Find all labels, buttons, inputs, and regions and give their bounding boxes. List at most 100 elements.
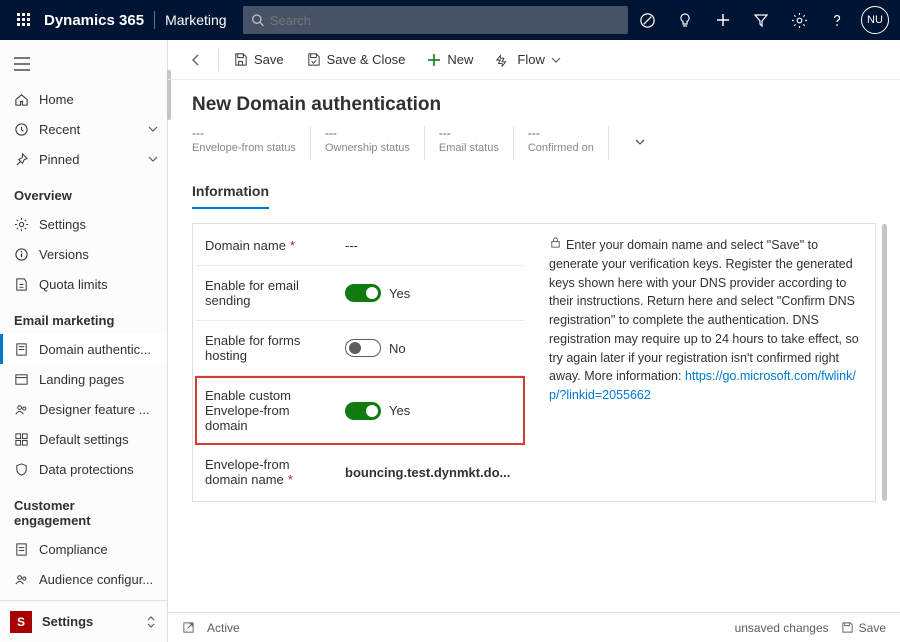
top-app-bar: Dynamics 365 Marketing NU (0, 0, 900, 40)
nav-default-settings[interactable]: Default settings (0, 424, 167, 454)
flow-button[interactable]: Flow (487, 44, 568, 76)
people-icon (14, 402, 29, 417)
required-indicator: * (288, 472, 293, 487)
gear-icon[interactable] (782, 0, 816, 40)
left-nav: Home Recent Pinned Overview Settings Ver… (0, 40, 168, 642)
status-ownership: ---Ownership status (325, 126, 425, 160)
chevron-down-icon (147, 153, 159, 165)
clock-icon (14, 122, 29, 137)
record-status: Active (207, 621, 240, 635)
nav-quota[interactable]: Quota limits (0, 269, 167, 299)
app-name[interactable]: Marketing (165, 12, 226, 28)
new-button[interactable]: New (419, 44, 481, 76)
nav-recent[interactable]: Recent (0, 114, 167, 144)
brand-divider (154, 11, 155, 29)
nav-compliance[interactable]: Compliance (0, 534, 167, 564)
info-icon (14, 247, 29, 262)
status-envelope-from: ---Envelope-from status (192, 126, 311, 160)
toggle-custom-envelope[interactable] (345, 402, 381, 420)
form-tabs: Information (168, 167, 900, 209)
top-icon-bar: NU (630, 0, 892, 40)
area-switcher[interactable]: S Settings (0, 600, 167, 642)
section-customer-engagement: Customer engagement (0, 484, 167, 534)
toggle-email-sending-label: Yes (389, 286, 410, 301)
page-title: New Domain authentication (192, 94, 876, 116)
user-avatar[interactable]: NU (858, 0, 892, 40)
status-email: ---Email status (439, 126, 514, 160)
area-label: Settings (42, 614, 93, 629)
info-panel: Enter your domain name and select "Save"… (545, 226, 873, 499)
main-content: Save Save & Close New Flow New Domain au… (168, 40, 900, 642)
target-icon[interactable] (630, 0, 664, 40)
tab-information[interactable]: Information (192, 177, 269, 209)
nav-pinned[interactable]: Pinned (0, 144, 167, 174)
form-container: Domain name* --- Enable for email sendin… (192, 223, 876, 502)
help-icon[interactable] (820, 0, 854, 40)
pin-icon (14, 152, 29, 167)
hamburger-icon[interactable] (0, 44, 167, 84)
nav-settings[interactable]: Settings (0, 209, 167, 239)
toggle-forms-hosting-label: No (389, 341, 406, 356)
command-bar: Save Save & Close New Flow (168, 40, 900, 80)
section-email-marketing: Email marketing (0, 299, 167, 334)
flow-icon (495, 53, 511, 67)
field-envelope-domain-name[interactable]: Envelope-from domain name* bouncing.test… (195, 445, 525, 499)
gear-icon (14, 217, 29, 232)
nav-audience-config[interactable]: Audience configur... (0, 564, 167, 594)
nav-data-protections[interactable]: Data protections (0, 454, 167, 484)
search-icon (251, 13, 264, 27)
filter-icon[interactable] (744, 0, 778, 40)
unsaved-changes-label: unsaved changes (735, 621, 829, 635)
doc-icon (14, 542, 29, 557)
doc-icon (14, 342, 29, 357)
toggle-custom-envelope-label: Yes (389, 403, 410, 418)
home-icon (14, 92, 29, 107)
bulb-icon[interactable] (668, 0, 702, 40)
expand-header-button[interactable] (633, 135, 647, 152)
people-icon (14, 572, 29, 587)
toggle-email-sending[interactable] (345, 284, 381, 302)
nav-domain-auth[interactable]: Domain authentic... (0, 334, 167, 364)
global-search[interactable] (243, 6, 628, 34)
page-icon (14, 372, 29, 387)
field-custom-envelope: Enable custom Envelope-from domain Yes (195, 376, 525, 445)
info-text: Enter your domain name and select "Save"… (549, 238, 859, 383)
brand-name[interactable]: Dynamics 365 (44, 12, 144, 29)
footer-save-button[interactable]: Save (841, 621, 886, 635)
section-overview: Overview (0, 174, 167, 209)
save-icon (233, 52, 248, 67)
save-button[interactable]: Save (225, 44, 292, 76)
grid-icon (14, 432, 29, 447)
plus-icon[interactable] (706, 0, 740, 40)
plus-icon (427, 53, 441, 67)
area-badge: S (10, 611, 32, 633)
search-input[interactable] (270, 13, 620, 28)
back-button[interactable] (180, 44, 212, 76)
form-fields: Domain name* --- Enable for email sendin… (195, 226, 525, 499)
nav-home[interactable]: Home (0, 84, 167, 114)
nav-designer-feature[interactable]: Designer feature ... (0, 394, 167, 424)
shield-icon (14, 462, 29, 477)
status-confirmed: ---Confirmed on (528, 126, 609, 160)
quota-icon (14, 277, 29, 292)
field-forms-hosting: Enable for forms hosting No (195, 321, 525, 376)
chevron-down-icon (147, 123, 159, 135)
domain-name-value: --- (345, 238, 358, 253)
required-indicator: * (290, 238, 295, 253)
toggle-forms-hosting[interactable] (345, 339, 381, 357)
envelope-domain-value: bouncing.test.dynmkt.do... (345, 465, 510, 480)
app-launcher-icon[interactable] (8, 12, 40, 28)
field-domain-name[interactable]: Domain name* --- (195, 226, 525, 266)
footer-status-bar: Active unsaved changes Save (168, 612, 900, 642)
nav-landing-pages[interactable]: Landing pages (0, 364, 167, 394)
save-close-button[interactable]: Save & Close (298, 44, 414, 76)
popout-button[interactable] (182, 621, 195, 634)
save-icon (841, 621, 854, 634)
field-email-sending: Enable for email sending Yes (195, 266, 525, 321)
nav-versions[interactable]: Versions (0, 239, 167, 269)
lock-icon (549, 236, 562, 249)
status-row: ---Envelope-from status ---Ownership sta… (192, 126, 876, 161)
save-close-icon (306, 52, 321, 67)
updown-icon (145, 615, 157, 629)
chevron-down-icon (551, 55, 561, 65)
